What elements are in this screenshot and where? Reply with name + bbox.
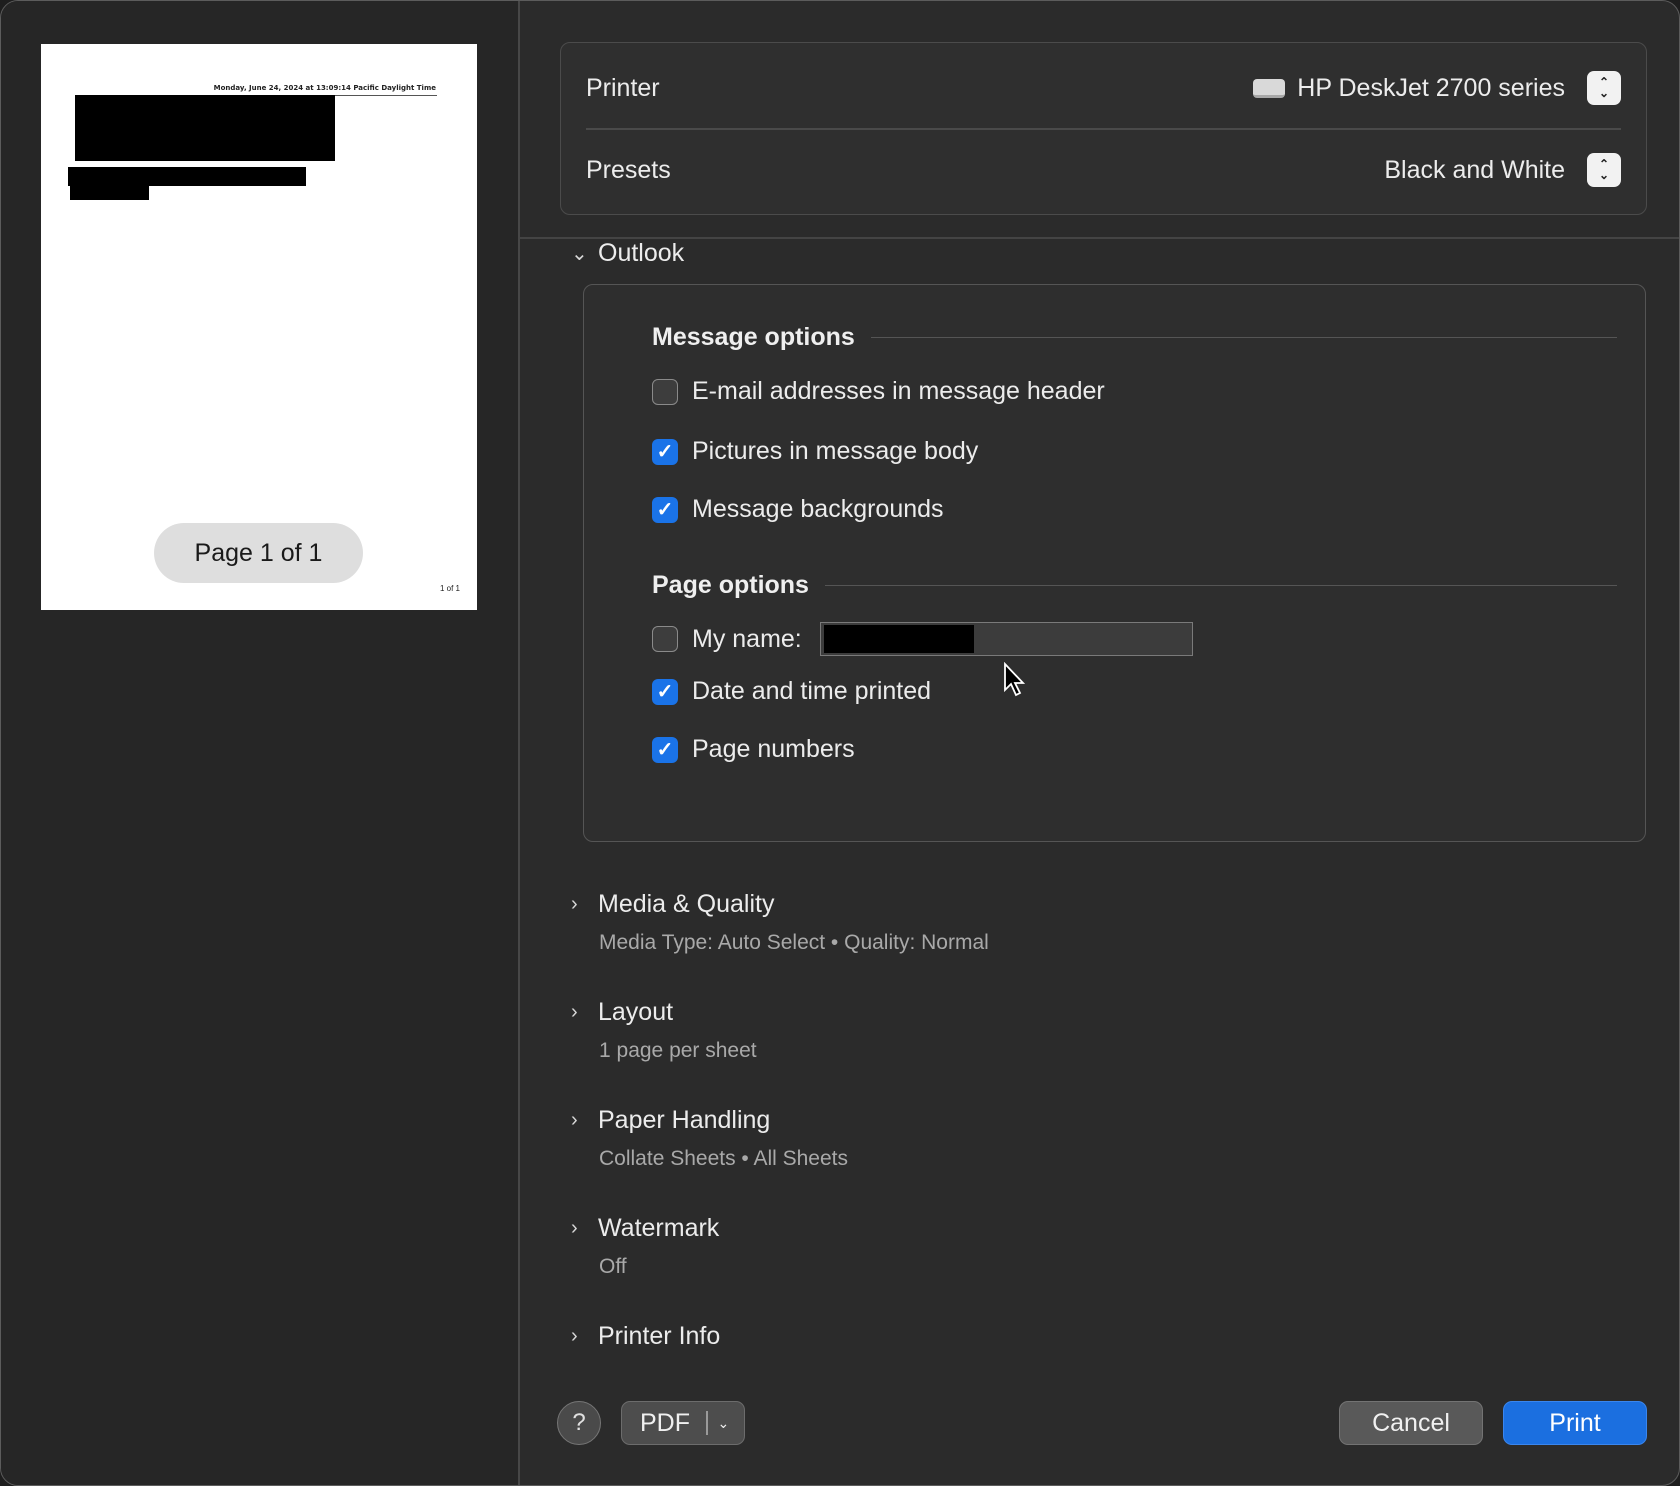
page-options-title: Page options [652, 571, 809, 599]
page-options-header: Page options [652, 571, 1617, 600]
outlook-title: Outlook [598, 239, 685, 267]
my-name-checkbox[interactable] [652, 626, 678, 652]
section-title: Printer Info [598, 1322, 721, 1350]
email-addresses-checkbox[interactable] [652, 378, 678, 405]
presets-select[interactable]: Black and White ⌃ ⌄ [1384, 153, 1621, 187]
pictures-label: Pictures in message body [692, 437, 979, 465]
watermark-disclosure[interactable]: › Watermark [571, 1214, 719, 1243]
redacted-block [70, 184, 149, 200]
preview-pane: Monday, June 24, 2024 at 13:09:14 Pacifi… [1, 1, 520, 1485]
pdf-menu-button[interactable]: PDF ⌄ [621, 1401, 745, 1445]
section-summary: Collate Sheets • All Sheets [599, 1147, 848, 1170]
cancel-button[interactable]: Cancel [1339, 1401, 1483, 1445]
chevron-right-icon: › [571, 1109, 578, 1131]
chevron-right-icon: › [571, 893, 578, 915]
page-numbers-label: Page numbers [692, 735, 855, 763]
divider [586, 128, 1621, 130]
backgrounds-label: Message backgrounds [692, 495, 944, 523]
email-addresses-option[interactable]: E-mail addresses in message header [652, 377, 1105, 406]
presets-value: Black and White [1384, 155, 1565, 184]
section-summary: 1 page per sheet [599, 1039, 757, 1062]
date-time-label: Date and time printed [692, 677, 932, 705]
message-options-title: Message options [652, 323, 855, 351]
outlook-options-panel: Message options E-mail addresses in mess… [583, 284, 1646, 842]
email-addresses-label: E-mail addresses in message header [692, 377, 1105, 405]
layout-disclosure[interactable]: › Layout [571, 998, 673, 1027]
printer-value: HP DeskJet 2700 series [1297, 73, 1565, 102]
chevron-right-icon: › [571, 1001, 578, 1023]
pictures-option[interactable]: ✓ Pictures in message body [652, 437, 978, 466]
section-title: Layout [598, 998, 674, 1026]
section-title: Media & Quality [598, 890, 775, 918]
chevron-right-icon: › [571, 1217, 578, 1239]
pdf-label: PDF [640, 1408, 690, 1437]
date-time-checkbox[interactable]: ✓ [652, 678, 678, 705]
settings-pane: Printer HP DeskJet 2700 series ⌃ ⌄ Preset… [520, 1, 1679, 1485]
section-summary: Off [599, 1255, 627, 1278]
print-dialog: Monday, June 24, 2024 at 13:09:14 Pacifi… [0, 0, 1680, 1486]
backgrounds-option[interactable]: ✓ Message backgrounds [652, 495, 944, 524]
print-button[interactable]: Print [1503, 1401, 1647, 1445]
help-button[interactable]: ? [557, 1401, 601, 1445]
presets-stepper-icon[interactable]: ⌃ ⌄ [1587, 153, 1621, 187]
divider [824, 584, 1617, 587]
chevron-down-icon: ⌄ [571, 243, 588, 265]
message-options-header: Message options [652, 323, 1617, 352]
printer-stepper-icon[interactable]: ⌃ ⌄ [1587, 71, 1621, 105]
redacted-block [75, 95, 335, 161]
presets-label: Presets [586, 155, 671, 184]
page-numbers-option[interactable]: ✓ Page numbers [652, 735, 855, 764]
printer-presets-panel: Printer HP DeskJet 2700 series ⌃ ⌄ Preset… [560, 42, 1647, 215]
mouse-cursor-icon [1004, 662, 1026, 697]
page-preview: Monday, June 24, 2024 at 13:09:14 Pacifi… [41, 44, 477, 610]
backgrounds-checkbox[interactable]: ✓ [652, 496, 678, 523]
media-quality-disclosure[interactable]: › Media & Quality [571, 890, 774, 919]
divider [870, 336, 1617, 339]
redacted-block [823, 625, 974, 653]
preview-footer-text: 1 of 1 [439, 584, 460, 593]
date-time-option[interactable]: ✓ Date and time printed [652, 677, 931, 706]
divider [706, 1411, 708, 1435]
printer-select[interactable]: HP DeskJet 2700 series ⌃ ⌄ [1253, 71, 1621, 105]
my-name-label: My name: [692, 624, 802, 653]
printer-row: Printer HP DeskJet 2700 series ⌃ ⌄ [586, 63, 1621, 113]
my-name-field[interactable] [819, 622, 1193, 656]
preview-header-text: Monday, June 24, 2024 at 13:09:14 Pacifi… [213, 84, 436, 92]
page-numbers-checkbox[interactable]: ✓ [652, 736, 678, 763]
printer-label: Printer [586, 73, 660, 102]
divider [520, 237, 1679, 239]
page-indicator: Page 1 of 1 [154, 523, 363, 583]
printer-icon [1253, 78, 1286, 98]
paper-handling-disclosure[interactable]: › Paper Handling [571, 1106, 770, 1135]
my-name-option[interactable]: My name: [652, 622, 1193, 656]
outlook-disclosure[interactable]: ⌄ Outlook [571, 239, 684, 268]
presets-row: Presets Black and White ⌃ ⌄ [586, 145, 1621, 195]
section-title: Paper Handling [598, 1106, 771, 1134]
section-summary: Media Type: Auto Select • Quality: Norma… [599, 931, 989, 954]
printer-info-disclosure[interactable]: › Printer Info [571, 1322, 720, 1351]
section-title: Watermark [598, 1214, 720, 1242]
chevron-down-icon[interactable]: ⌄ [718, 1415, 730, 1432]
chevron-right-icon: › [571, 1325, 578, 1347]
pictures-checkbox[interactable]: ✓ [652, 438, 678, 465]
